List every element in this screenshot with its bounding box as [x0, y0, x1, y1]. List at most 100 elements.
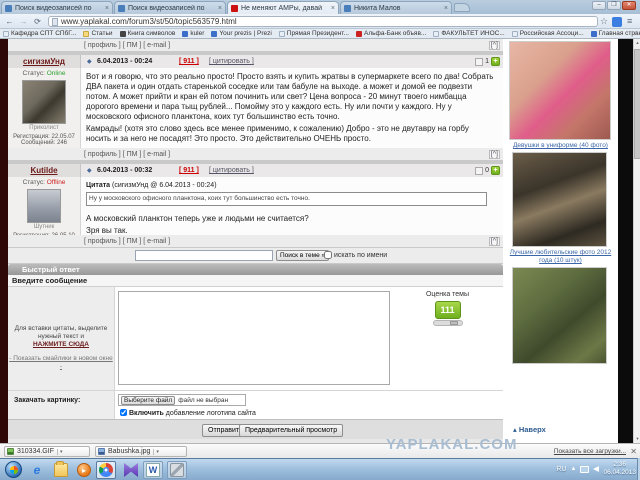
user-title: Приколист: [8, 125, 80, 131]
rating-slider-handle[interactable]: [450, 321, 458, 325]
author-cell: сигизмУнд: [8, 55, 81, 68]
tab-close-icon[interactable]: ×: [444, 5, 448, 12]
reply-textarea[interactable]: [118, 291, 390, 385]
scroll-down-icon[interactable]: ▼: [634, 435, 640, 443]
author-link[interactable]: сигизмУнд: [23, 57, 65, 66]
internet-explorer-icon[interactable]: e: [30, 463, 44, 477]
minimize-button[interactable]: –: [592, 1, 606, 10]
chrome-taskbar-button[interactable]: [96, 461, 116, 479]
close-button[interactable]: ✕: [622, 1, 636, 10]
karma-plus-icon[interactable]: +: [491, 166, 500, 175]
forward-icon[interactable]: →: [18, 16, 29, 27]
language-indicator[interactable]: RU: [556, 466, 566, 473]
to-top-anchor[interactable]: [^]: [489, 41, 500, 50]
download-item[interactable]: 310334.GIF ▾: [4, 446, 90, 457]
download-filename: 310334.GIF: [17, 448, 54, 455]
download-caret-icon[interactable]: ▾: [57, 449, 63, 455]
page-background-right: [618, 39, 633, 443]
back-icon[interactable]: ←: [4, 16, 15, 27]
karma-plus-icon[interactable]: +: [491, 57, 500, 66]
bookmark-item[interactable]: Российская Ассоци...: [512, 30, 584, 37]
word-icon: W: [146, 463, 160, 477]
gif-file-icon: [7, 448, 14, 455]
start-button[interactable]: [5, 461, 22, 478]
author-link[interactable]: Kutilde: [30, 166, 57, 175]
to-top-anchor[interactable]: [^]: [489, 150, 500, 159]
show-all-downloads-link[interactable]: Показать все загрузки...: [554, 448, 626, 455]
tab-yaplakal-active[interactable]: Не меняют АМРы, давай ×: [227, 1, 339, 14]
speaker-icon[interactable]: [593, 466, 599, 472]
bookmark-folder[interactable]: Статьи: [83, 30, 112, 37]
download-caret-icon[interactable]: ▾: [153, 449, 159, 455]
bookmark-star-icon[interactable]: ☆: [600, 16, 608, 27]
post-anchor-icon[interactable]: ◆: [87, 58, 92, 65]
reload-icon[interactable]: ⟳: [32, 16, 43, 27]
address-bar[interactable]: www.yaplakal.com/forum3/st/50/topic56357…: [48, 16, 598, 27]
clock[interactable]: 2:36 06.04.2013: [603, 461, 636, 477]
app-taskbar-button[interactable]: [167, 461, 187, 479]
network-icon[interactable]: [580, 466, 589, 473]
bookmark-item[interactable]: kuler: [182, 30, 204, 37]
maximize-button[interactable]: ❐: [607, 1, 621, 10]
report-icon[interactable]: [475, 167, 483, 175]
kmplayer-icon[interactable]: [124, 463, 138, 477]
sidebar-link-uniform[interactable]: Девушки в униформе (40 фото): [503, 142, 618, 150]
to-top-anchor[interactable]: [^]: [489, 237, 500, 246]
download-item[interactable]: Babushka.jpg ▾: [95, 446, 187, 457]
profile-links-row: [ профиль ] [ ПМ ] [ e-mail ] [^]: [8, 148, 503, 161]
tab-close-icon[interactable]: ×: [218, 5, 222, 12]
profile-links[interactable]: [ профиль ] [ ПМ ] [ e-mail ]: [84, 151, 170, 158]
logo-checkbox-bold: Включить: [129, 410, 164, 417]
profile-links[interactable]: [ профиль ] [ ПМ ] [ e-mail ]: [84, 238, 170, 245]
tab-nikita-malov[interactable]: Никита Малов ×: [340, 1, 452, 14]
bookmark-item[interactable]: Your prezis | Prezi: [211, 30, 271, 37]
tab-close-icon[interactable]: ×: [331, 5, 335, 12]
user-info-cell: Статус: Online Приколист Регистрация: 22…: [8, 68, 81, 148]
bookmark-item[interactable]: Кафедра СПТ СПбГ...: [3, 30, 76, 37]
bookmark-item[interactable]: Альфа-Банк объяв...: [356, 30, 426, 37]
bookmark-item[interactable]: Книга символов: [120, 30, 176, 37]
tab-title: Поиск видеозаписей по: [128, 5, 215, 12]
scroll-up-icon[interactable]: ▲: [634, 39, 640, 47]
post-anchor-icon[interactable]: ◆: [87, 167, 92, 174]
topic-search-input[interactable]: [135, 250, 273, 261]
profile-links[interactable]: [ профиль ] [ ПМ ] [ e-mail ]: [84, 42, 170, 49]
sidebar-to-top-link[interactable]: ▴ Наверх: [513, 425, 546, 434]
click-here-link[interactable]: НАЖМИТЕ СЮДА: [33, 341, 89, 348]
sidebar-photo-girl-uniform[interactable]: [509, 41, 611, 140]
menu-icon[interactable]: ≡: [627, 16, 632, 27]
post-number-link[interactable]: [ 911 ]: [179, 167, 199, 174]
word-taskbar-button[interactable]: W: [143, 461, 163, 479]
rating-slider[interactable]: [433, 320, 463, 326]
bookmark-item[interactable]: Прямая Президент...: [279, 30, 349, 37]
post-body: Статус: Offline Шутник Регистрация: 26.0…: [8, 177, 503, 235]
quote-link[interactable]: [ цитировать ]: [209, 167, 254, 174]
search-by-name-checkbox[interactable]: [324, 251, 332, 259]
bookmark-item[interactable]: ФАКУЛЬТЕТ ИНОС...: [433, 30, 504, 37]
report-icon[interactable]: [475, 58, 483, 66]
sidebar-photo-forest[interactable]: [512, 267, 607, 364]
tray-expand-icon[interactable]: ▲: [571, 466, 577, 472]
shelf-close-icon[interactable]: ✕: [630, 447, 637, 456]
tab-close-icon[interactable]: ×: [105, 5, 109, 12]
tab-search-video-2[interactable]: Поиск видеозаписей по ×: [114, 1, 226, 14]
sidebar-link-amateur[interactable]: Лучшие любительские фото 2012 года (10 ш…: [503, 249, 618, 265]
chrome-icon: [99, 463, 113, 477]
scrollbar-thumb[interactable]: [634, 49, 640, 159]
topic-search-button[interactable]: Поиск в теме »: [276, 250, 329, 261]
preview-button[interactable]: Предварительный просмотр: [239, 424, 343, 437]
tab-search-video-1[interactable]: Поиск видеозаписей по ×: [1, 1, 113, 14]
site-logo-checkbox[interactable]: [120, 409, 127, 416]
file-input[interactable]: Выберите файл файл не выбран: [118, 394, 246, 406]
quote-link[interactable]: [ цитировать ]: [209, 58, 254, 65]
post-number-link[interactable]: [ 911 ]: [179, 58, 199, 65]
bookmarks-overflow-icon[interactable]: »: [633, 30, 637, 37]
media-player-icon[interactable]: ▸: [77, 463, 91, 477]
sidebar-photo-amateur[interactable]: [512, 152, 607, 247]
new-tab-button[interactable]: [454, 3, 470, 12]
extension-icon[interactable]: [612, 17, 622, 27]
explorer-folder-icon[interactable]: [54, 463, 68, 477]
scrollbar[interactable]: ▲ ▼: [633, 39, 640, 443]
choose-file-button[interactable]: Выберите файл: [121, 396, 175, 405]
smilies-link[interactable]: - Показать смайлики в новом окне -: [8, 355, 114, 371]
